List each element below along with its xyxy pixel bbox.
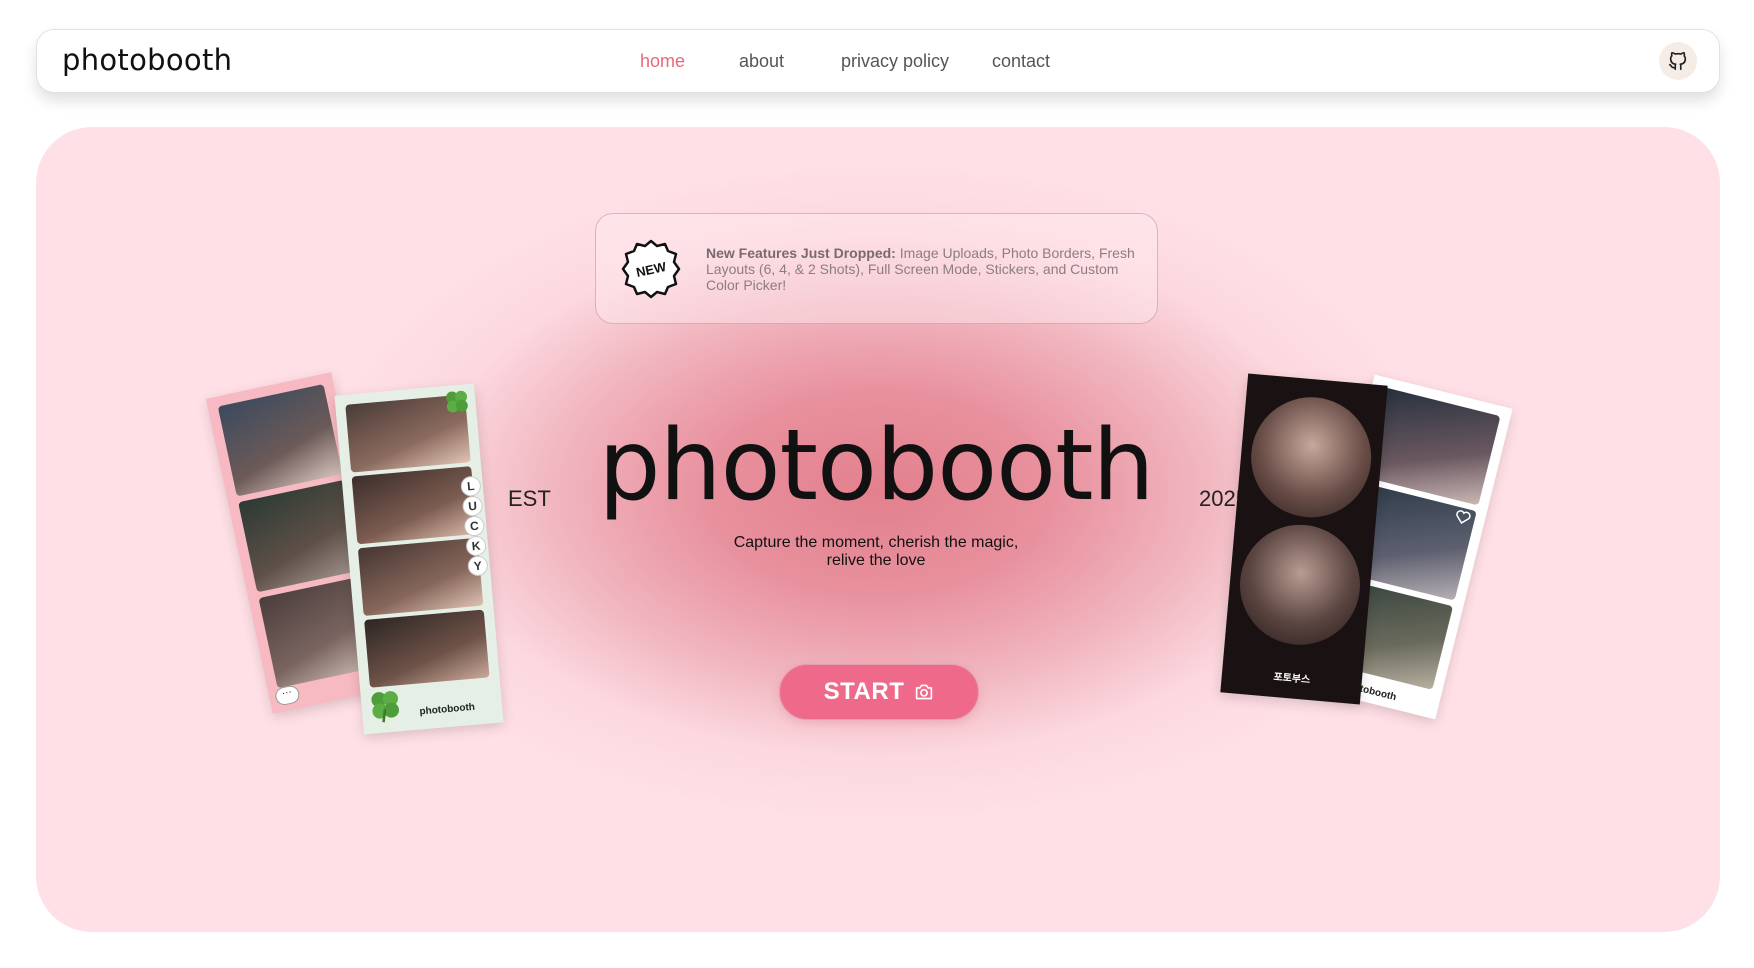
hero-title: photobooth — [598, 409, 1154, 523]
top-navbar: photobooth home about privacy policy con… — [36, 29, 1720, 93]
announcement-card: NEW New Features Just Dropped: Image Upl… — [595, 213, 1158, 324]
clover-sticker-icon — [446, 390, 468, 413]
hero-section: NEW New Features Just Dropped: Image Upl… — [36, 127, 1720, 932]
github-icon — [1668, 51, 1687, 71]
nav-link-about[interactable]: about — [739, 51, 784, 72]
strip-photo — [217, 384, 343, 497]
lucky-letter: U — [461, 495, 484, 517]
new-badge-icon: NEW — [621, 239, 681, 299]
start-button[interactable]: START — [779, 664, 979, 720]
nav-link-contact[interactable]: contact — [992, 51, 1050, 72]
camera-icon — [916, 684, 933, 700]
photo-strip-mint: L U C K Y photobooth — [334, 383, 504, 735]
strip-photo-circle — [1246, 392, 1377, 523]
announcement-bold: New Features Just Dropped: — [706, 245, 896, 261]
strip-photo — [364, 609, 490, 688]
strip-photo — [351, 466, 478, 545]
est-label: EST — [508, 486, 551, 511]
lucky-letter: Y — [466, 555, 489, 577]
github-button[interactable] — [1659, 42, 1697, 80]
start-button-label: START — [823, 678, 905, 705]
nav-link-privacy-policy[interactable]: privacy policy — [841, 51, 949, 72]
lucky-letter: K — [465, 535, 487, 557]
lucky-letter: L — [460, 475, 482, 498]
chat-bubble-icon: ··· — [273, 684, 301, 707]
nav-link-home[interactable]: home — [640, 51, 685, 72]
photo-strip-black: 포토부스 — [1220, 373, 1388, 705]
nav-links: home about privacy policy contact — [37, 30, 1719, 92]
lucky-letter: C — [463, 515, 486, 537]
announcement-text: New Features Just Dropped: Image Uploads… — [706, 245, 1136, 293]
strip-photo-circle — [1234, 519, 1365, 650]
hero-tagline: Capture the moment, cherish the magic, r… — [733, 534, 1019, 569]
strip-label: 포토부스 — [1272, 671, 1311, 687]
strip-photo — [357, 537, 484, 617]
